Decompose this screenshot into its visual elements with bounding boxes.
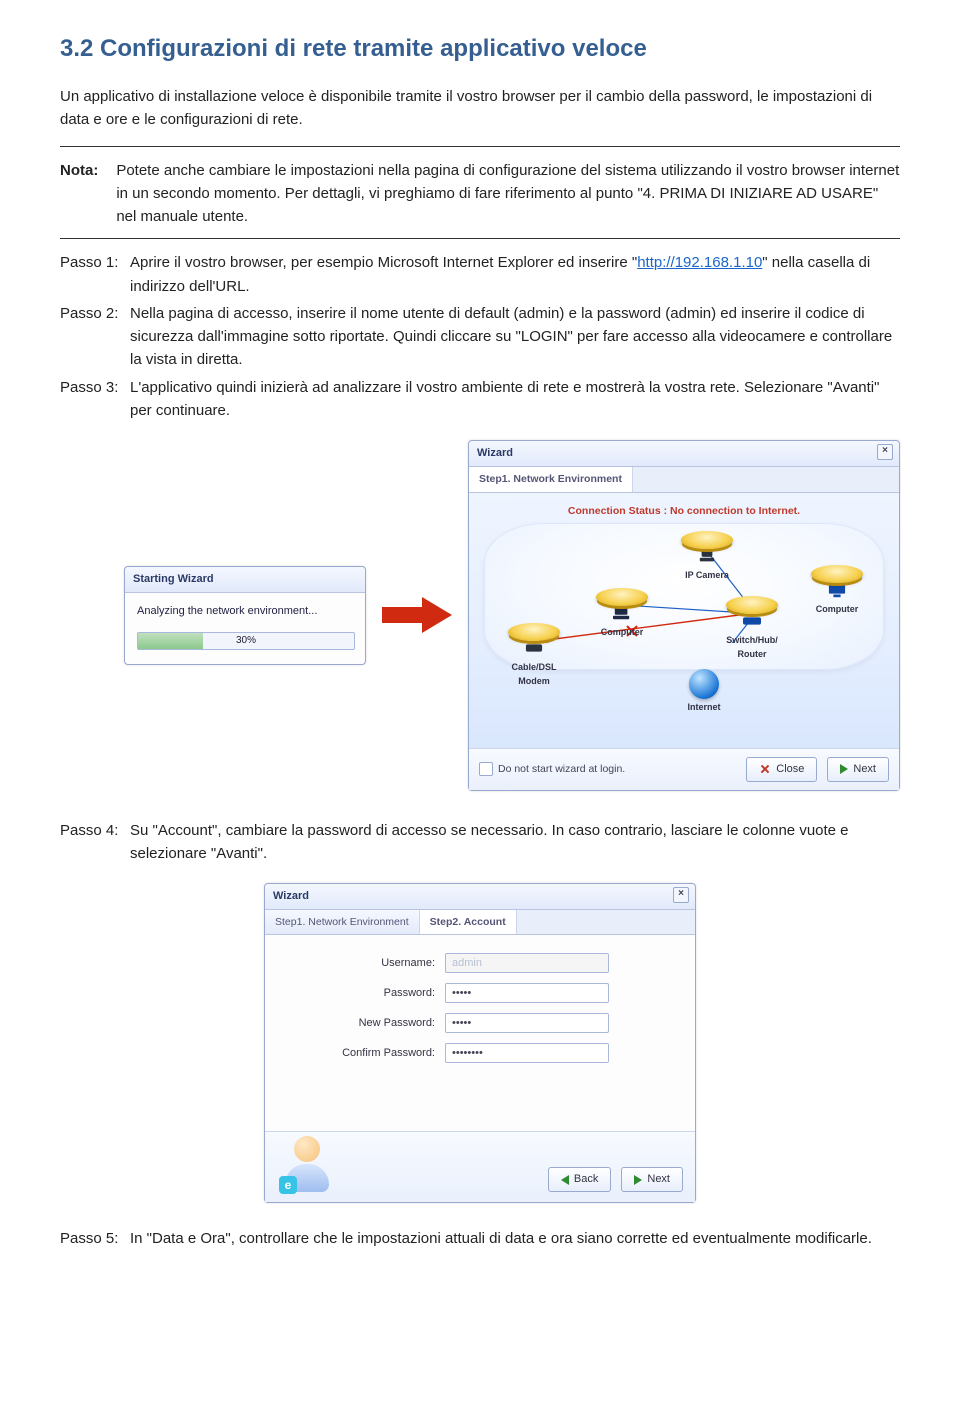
back-button-label: Back [574,1171,598,1188]
avatar-badge: e [279,1176,297,1194]
label-ipcamera: IP Camera [674,569,740,583]
newpassword-label: New Password: [265,1015,445,1032]
starting-wizard-title-text: Starting Wizard [133,573,214,585]
next-button-label: Next [853,761,876,778]
account-wizard-window: Wizard × Step1. Network Environment Step… [264,883,696,1203]
close-x-icon [759,763,771,775]
intro-paragraph: Un applicativo di installazione veloce è… [60,85,900,132]
label-computer-right: Computer [804,603,870,617]
close-button[interactable]: Close [746,757,817,782]
label-modem: Cable/DSL Modem [501,661,567,689]
passo3-text: L'applicativo quindi inizierà ad analizz… [130,376,900,423]
arrow-icon [382,597,452,633]
account-wizard-title-text: Wizard [273,890,309,902]
passo3-label: Passo 3: [60,376,130,423]
confirmpassword-input[interactable]: •••••••• [445,1043,609,1063]
tab-step2-active[interactable]: Step2. Account [420,910,517,934]
node-computer-left: Computer [589,588,655,641]
passo1-pre: Aprire il vostro browser, per esempio Mi… [130,254,637,271]
figure-account-wizard: Wizard × Step1. Network Environment Step… [60,883,900,1203]
no-start-label: Do not start wizard at login. [498,761,625,777]
username-label: Username: [265,955,445,972]
divider-bottom [60,238,900,239]
node-computer-right: Computer [804,565,870,618]
section-heading: 3.2 Configurazioni di rete tramite appli… [60,30,900,67]
nota-label: Nota: [60,159,98,229]
network-wizard-title: Wizard × [469,441,899,467]
passo1-text: Aprire il vostro browser, per esempio Mi… [130,251,900,298]
passo4-label: Passo 4: [60,819,130,866]
avatar-icon: e [281,1136,333,1196]
divider-top [60,146,900,147]
passo1-link[interactable]: http://192.168.1.10 [637,254,762,271]
next-arrow-icon [840,764,848,774]
network-wizard-title-text: Wizard [477,447,513,459]
progress-bar: 30% [137,632,355,650]
starting-wizard-window: Starting Wizard Analyzing the network en… [124,566,366,665]
next-button-label: Next [647,1171,670,1188]
network-wizard-tabs: Step1. Network Environment [469,467,899,492]
node-ipcamera: IP Camera [674,531,740,584]
password-input[interactable]: ••••• [445,983,609,1003]
account-wizard-title: Wizard × [265,884,695,910]
no-start-checkbox[interactable]: Do not start wizard at login. [479,761,625,777]
network-diagram: Connection Status : No connection to Int… [469,493,899,748]
close-button-label: Close [776,761,804,778]
username-input: admin [445,953,609,973]
globe-icon [689,669,719,699]
starting-wizard-title: Starting Wizard [125,567,365,593]
close-icon[interactable]: × [673,887,689,903]
next-arrow-icon [634,1175,642,1185]
password-label: Password: [265,985,445,1002]
passo5-text: In "Data e Ora", controllare che le impo… [130,1227,900,1250]
starting-wizard-message: Analyzing the network environment... [137,603,353,620]
newpassword-input[interactable]: ••••• [445,1013,609,1033]
back-button[interactable]: Back [548,1167,611,1192]
account-wizard-tabs: Step1. Network Environment Step2. Accoun… [265,910,695,935]
passo2-text: Nella pagina di accesso, inserire il nom… [130,302,900,372]
node-switch: Switch/Hub/ Router [719,596,785,663]
node-modem: Cable/DSL Modem [501,623,567,690]
tab-step1[interactable]: Step1. Network Environment [469,467,633,491]
label-computer-left: Computer [589,626,655,640]
next-button[interactable]: Next [621,1167,683,1192]
label-internet: Internet [659,701,749,715]
checkbox-icon [479,762,493,776]
next-button[interactable]: Next [827,757,889,782]
node-internet: Internet [659,669,749,715]
nota-text: Potete anche cambiare le impostazioni ne… [116,159,900,229]
back-arrow-icon [561,1175,569,1185]
figure-network-wizard: Starting Wizard Analyzing the network en… [60,440,900,790]
progress-percent: 30% [138,633,354,649]
confirmpassword-label: Confirm Password: [265,1045,445,1062]
close-icon[interactable]: × [877,444,893,460]
label-switch: Switch/Hub/ Router [719,634,785,662]
passo2-label: Passo 2: [60,302,130,372]
account-form: Username: admin Password: ••••• New Pass… [265,935,695,1131]
passo5-label: Passo 5: [60,1227,130,1250]
passo1-label: Passo 1: [60,251,130,298]
tab-step1-inactive[interactable]: Step1. Network Environment [265,910,420,934]
network-wizard-window: Wizard × Step1. Network Environment Conn… [468,440,900,790]
passo4-text: Su "Account", cambiare la password di ac… [130,819,900,866]
